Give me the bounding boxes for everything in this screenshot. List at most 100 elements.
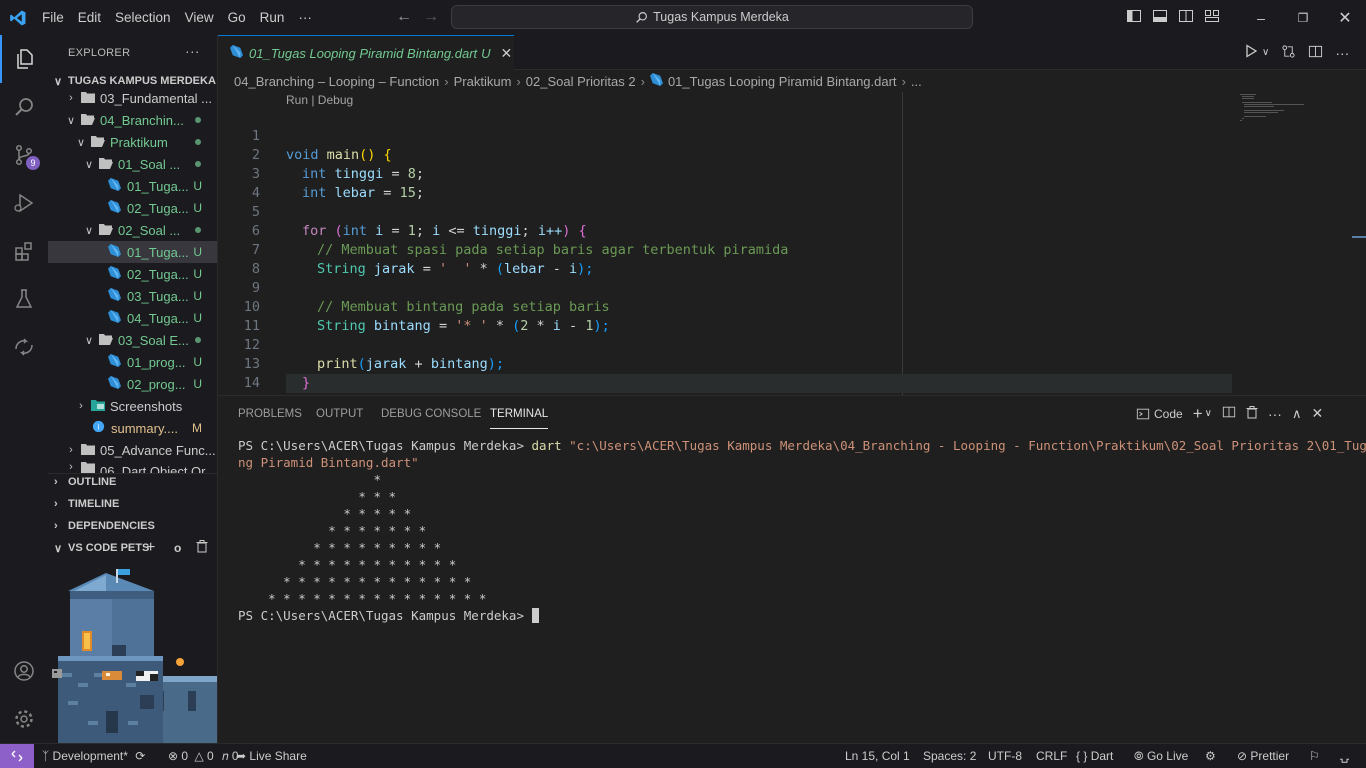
menu-selection[interactable]: Selection	[108, 0, 178, 35]
terminal-profile[interactable]: Code	[1136, 407, 1183, 421]
tree-folder[interactable]: › 03_Fundamental ...	[48, 87, 217, 109]
menu-more[interactable]: ···	[291, 0, 319, 35]
back-arrow-icon[interactable]: ←	[396, 8, 412, 26]
tree-folder[interactable]: ∨ Praktikum	[48, 131, 217, 153]
settings-gear-icon[interactable]	[0, 695, 48, 743]
breadcrumb-item[interactable]: 01_Tugas Looping Piramid Bintang.dart	[668, 74, 897, 89]
add-pet-icon[interactable]: +	[146, 539, 155, 557]
tree-folder[interactable]: › Screenshots	[48, 395, 217, 417]
tree-file[interactable]: 03_Tuga... U	[48, 285, 217, 307]
close-tab-icon[interactable]: ✕	[501, 45, 513, 62]
minimap[interactable]	[1238, 92, 1348, 132]
feedback-icon[interactable]: ⚐	[1309, 744, 1320, 768]
tree-file[interactable]: 02_prog... U	[48, 373, 217, 395]
menu-file[interactable]: File	[35, 0, 71, 35]
restore-icon[interactable]: ❐	[1282, 11, 1324, 25]
indentation-status[interactable]: Spaces: 2	[923, 744, 976, 768]
tree-file[interactable]: 01_prog... U	[48, 351, 217, 373]
sync-icon[interactable]: ⟳	[135, 749, 145, 763]
run-play-icon[interactable]	[1244, 44, 1258, 61]
breadcrumb-item[interactable]: Praktikum	[454, 74, 512, 89]
code-editor[interactable]: Run | Debug 1 void main() { 2 int tinggi…	[218, 92, 1366, 395]
breadcrumb-item[interactable]: 04_Branching – Looping – Function	[234, 74, 439, 89]
throw-ball-icon[interactable]: o	[174, 541, 181, 555]
tab-output[interactable]: OUTPUT	[316, 396, 363, 431]
terminal-output-line: *	[238, 472, 389, 487]
testing-flask-icon[interactable]	[0, 275, 48, 323]
search-icon[interactable]	[0, 83, 48, 131]
tree-file[interactable]: 02_Tuga... U	[48, 197, 217, 219]
menu-run[interactable]: Run	[253, 0, 292, 35]
prettier-button[interactable]: ⊘ Prettier	[1237, 744, 1289, 768]
run-debug-icon[interactable]	[0, 179, 48, 227]
breadcrumb-item[interactable]: ...	[911, 74, 922, 89]
menu-edit[interactable]: Edit	[71, 0, 108, 35]
kill-terminal-trash-icon[interactable]	[1246, 405, 1258, 422]
command-center-search[interactable]: Tugas Kampus Merdeka	[451, 5, 973, 29]
tree-folder[interactable]: ∨ 01_Soal ...	[48, 153, 217, 175]
toggle-sidebar-icon[interactable]	[1126, 8, 1142, 27]
cursor-position[interactable]: Ln 15, Col 1	[845, 744, 910, 768]
tab-problems[interactable]: PROBLEMS	[238, 396, 302, 431]
tree-file[interactable]: i summary.... M	[48, 417, 217, 439]
split-editor-icon[interactable]	[1308, 44, 1323, 62]
problems-status[interactable]: ⊗ 0 △ 0 𝑛 0	[168, 744, 239, 768]
source-control-icon[interactable]: 9	[0, 131, 48, 179]
maximize-panel-chevron-up-icon[interactable]: ∧	[1292, 406, 1302, 422]
minimize-icon[interactable]: –	[1240, 10, 1282, 26]
forward-arrow-icon[interactable]: →	[423, 8, 439, 26]
live-share-button[interactable]: ➦ Live Share	[236, 744, 307, 768]
account-icon[interactable]	[0, 647, 48, 695]
compare-changes-icon[interactable]	[1281, 44, 1296, 62]
close-panel-icon[interactable]: ✕	[1311, 405, 1323, 422]
terminal-prompt-line[interactable]: PS C:\Users\ACER\Tugas Kampus Merdeka>	[238, 607, 539, 624]
editor-tab-active[interactable]: 01_Tugas Looping Piramid Bintang.dart U …	[218, 35, 514, 70]
tab-debug-console[interactable]: DEBUG CONSOLE	[381, 396, 481, 431]
tab-terminal[interactable]: TERMINAL	[490, 399, 549, 429]
menu-go[interactable]: Go	[221, 0, 253, 35]
pets-section[interactable]: ∨ VS CODE PETS + o	[48, 537, 217, 559]
tab-label: 01_Tugas Looping Piramid Bintang.dart	[249, 45, 478, 61]
tree-folder[interactable]: ∨ 03_Soal E...	[48, 329, 217, 351]
panel-more-icon[interactable]: ···	[1268, 406, 1282, 422]
tree-file-selected[interactable]: 01_Tuga... U	[48, 241, 217, 263]
tree-item-label: 02_Soal ...	[118, 222, 181, 238]
new-terminal-plus-icon[interactable]: +	[1193, 404, 1203, 424]
dart-file-icon	[108, 200, 121, 216]
notifications-bell-icon[interactable]: ⍽	[1340, 744, 1349, 768]
tree-folder[interactable]: ∨ 02_Soal ...	[48, 219, 217, 241]
timeline-section[interactable]: › TIMELINE	[48, 493, 217, 515]
copilot-icon[interactable]: ⚙	[1205, 744, 1216, 768]
tree-file[interactable]: 04_Tuga... U	[48, 307, 217, 329]
close-window-icon[interactable]: ✕	[1324, 8, 1366, 28]
go-live-button[interactable]: ⦾ Go Live	[1134, 744, 1188, 768]
eol-status[interactable]: CRLF	[1036, 744, 1067, 768]
toggle-panel-icon[interactable]	[1152, 8, 1168, 27]
run-dropdown-chevron-icon[interactable]: ∨	[1262, 47, 1269, 58]
remote-indicator-icon[interactable]	[0, 744, 34, 768]
tree-folder[interactable]: ∨ 04_Branchin...	[48, 109, 217, 131]
code-line: 9 // Membuat bintang pada setiap baris	[218, 260, 1232, 315]
outline-section[interactable]: › OUTLINE	[48, 471, 217, 493]
toggle-secondary-sidebar-icon[interactable]	[1178, 8, 1194, 27]
more-actions-icon[interactable]: ···	[185, 43, 200, 59]
breadcrumb-item[interactable]: 02_Soal Prioritas 2	[526, 74, 636, 89]
explorer-icon[interactable]	[0, 35, 48, 83]
remote-explorer-icon[interactable]	[0, 323, 48, 371]
dependencies-section[interactable]: › DEPENDENCIES	[48, 515, 217, 537]
codelens-run-debug[interactable]: Run | Debug	[286, 93, 353, 107]
tree-file[interactable]: 01_Tuga... U	[48, 175, 217, 197]
editor-more-icon[interactable]: ···	[1335, 45, 1349, 61]
encoding-status[interactable]: UTF-8	[988, 744, 1022, 768]
branch-status[interactable]: ᛉ Development* ⟳	[42, 744, 145, 768]
modified-badge: M	[192, 421, 202, 435]
split-terminal-icon[interactable]	[1222, 405, 1236, 422]
menu-view[interactable]: View	[178, 0, 221, 35]
terminal-dropdown-chevron-icon[interactable]: ∨	[1205, 408, 1212, 419]
customize-layout-icon[interactable]	[1204, 8, 1220, 27]
tree-folder[interactable]: › 05_Advance Func...	[48, 439, 217, 461]
extensions-icon[interactable]	[0, 227, 48, 275]
tree-file[interactable]: 02_Tuga... U	[48, 263, 217, 285]
trash-icon[interactable]	[196, 540, 208, 556]
language-mode[interactable]: { } Dart	[1076, 744, 1113, 768]
